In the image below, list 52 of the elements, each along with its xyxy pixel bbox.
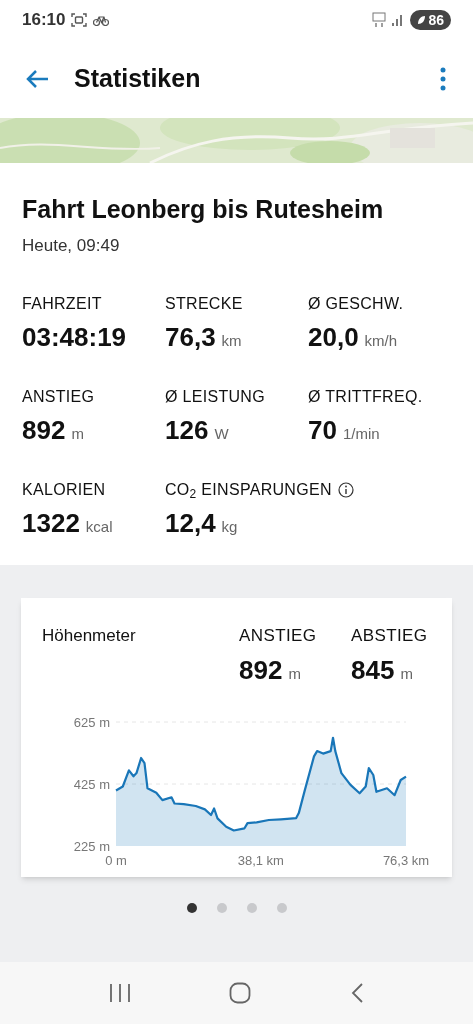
stat-label: Ø LEISTUNG: [165, 387, 265, 407]
stat-label: KALORIEN: [22, 480, 106, 500]
stat-label: STRECKE: [165, 294, 243, 314]
clock-text: 16:10: [22, 9, 66, 32]
back-icon[interactable]: [349, 982, 364, 1004]
info-icon[interactable]: [337, 482, 354, 498]
stat-value: 12,4: [165, 507, 216, 540]
x-axis-label: 38,1 km: [237, 852, 284, 868]
stat-label: Ø TRITTFREQ.: [308, 387, 423, 407]
card-title: Höhenmeter: [42, 625, 137, 647]
y-axis-label: 625 m: [73, 714, 110, 730]
battery-indicator: 86: [410, 10, 451, 30]
ride-title: Fahrt Leonberg bis Rutesheim: [22, 194, 385, 225]
x-axis-label: 76,3 km: [382, 852, 430, 868]
stat-label: Ø GESCHW.: [308, 294, 404, 314]
ride-date: Heute, 09:49: [22, 234, 120, 257]
total-value: 892: [239, 653, 283, 687]
stat-unit: m: [71, 424, 84, 444]
more-icon: [440, 67, 446, 91]
total-label: ABSTIEG: [351, 625, 429, 647]
recent-apps-icon[interactable]: [109, 983, 132, 1003]
total-value: 845: [351, 653, 395, 687]
screenshot-icon: [71, 13, 88, 27]
stat-unit: km/h: [364, 331, 398, 351]
network-icon: [372, 12, 387, 28]
stat-value: 20,0: [308, 321, 359, 354]
stat-unit: kcal: [85, 517, 113, 537]
stat-value: 1322: [22, 507, 80, 540]
stat-unit: W: [214, 424, 229, 444]
bicycle-icon: [93, 14, 110, 26]
stat-value: 03:48:19: [22, 321, 127, 354]
total-unit: m: [400, 663, 413, 684]
screen-title: Statistiken: [74, 63, 202, 95]
home-icon[interactable]: [229, 982, 252, 1004]
stat-label: ANSTIEG: [22, 387, 95, 407]
stat-unit: kg: [221, 517, 238, 537]
y-axis-label: 425 m: [73, 776, 110, 792]
stat-value: 892: [22, 414, 66, 447]
stat-label: CO$_{2}$ EINSPARUNGEN: [165, 480, 332, 502]
leaf-icon: [417, 15, 427, 25]
signal-icon: [392, 14, 405, 26]
total-unit: m: [288, 663, 301, 684]
stat-label: FAHRZEIT: [22, 294, 102, 314]
y-axis-label: 225 m: [73, 838, 110, 854]
stat-unit: km: [221, 331, 242, 351]
stat-value: 126: [165, 414, 209, 447]
x-axis-label: 0 m: [105, 852, 127, 868]
total-label: ANSTIEG: [239, 625, 318, 647]
stat-value: 76,3: [165, 321, 216, 354]
stat-value: 70: [308, 414, 337, 447]
back-arrow-icon: [25, 69, 49, 89]
stat-unit: 1/min: [342, 424, 380, 444]
